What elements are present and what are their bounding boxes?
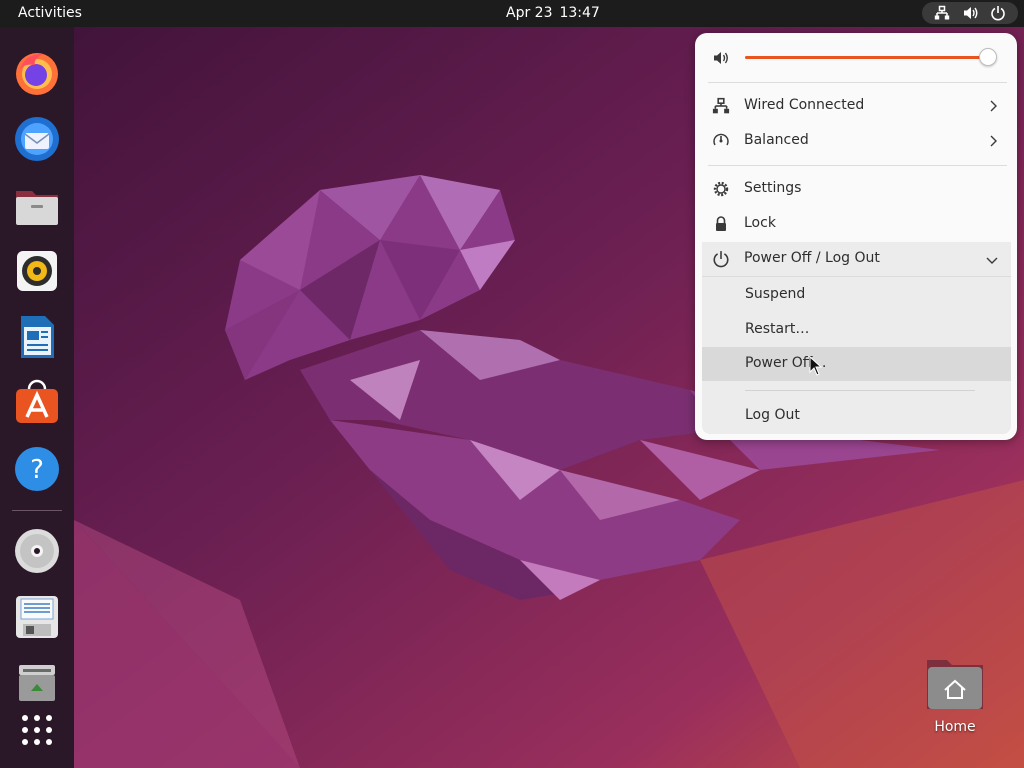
lock-label: Lock	[744, 215, 776, 231]
trash-icon[interactable]	[13, 659, 61, 707]
home-folder-icon[interactable]	[925, 658, 985, 712]
dock-separator	[12, 510, 62, 511]
top-bar: Activities Apr 23 13:47	[0, 0, 1024, 27]
restart-label: Restart…	[745, 321, 810, 337]
menu-separator	[708, 82, 1007, 83]
power-off-logout-item[interactable]: Power Off / Log Out	[702, 242, 1011, 277]
restart-item[interactable]: Restart…	[702, 313, 1011, 347]
dock: ?	[0, 27, 74, 768]
rhythmbox-icon[interactable]	[13, 247, 61, 295]
suspend-label: Suspend	[745, 286, 806, 302]
power-mode-item[interactable]: Balanced	[702, 124, 1011, 158]
log-out-label: Log Out	[745, 407, 800, 423]
mouse-cursor	[809, 356, 823, 376]
disc-icon[interactable]	[13, 527, 61, 575]
speaker-icon	[714, 52, 728, 64]
system-tray[interactable]	[922, 2, 1018, 24]
power-icon	[991, 6, 1005, 21]
drive-icon[interactable]	[13, 593, 61, 641]
power-mode-label: Balanced	[744, 132, 809, 148]
firefox-icon[interactable]	[13, 49, 61, 97]
chevron-right-icon	[990, 100, 997, 112]
thunderbird-icon[interactable]	[13, 115, 61, 163]
submenu-separator	[745, 390, 975, 391]
volume-slider-fill	[745, 56, 987, 59]
wired-connection-item[interactable]: Wired Connected	[702, 89, 1011, 123]
lock-item[interactable]: Lock	[702, 207, 1011, 241]
lock-icon	[716, 216, 726, 231]
gear-icon	[713, 181, 729, 197]
clock-time: 13:47	[559, 5, 600, 21]
power-off-logout-label: Power Off / Log Out	[744, 250, 880, 266]
power-off-item[interactable]: Power Off…	[702, 347, 1011, 381]
menu-separator	[708, 165, 1007, 166]
network-wired-icon	[934, 5, 950, 20]
quick-settings-menu: Wired Connected Balanced Settings Lock S…	[695, 33, 1017, 440]
volume-slider[interactable]	[745, 48, 997, 66]
clock-date: Apr 23	[506, 5, 553, 21]
chevron-down-icon	[986, 257, 998, 264]
files-icon[interactable]	[13, 181, 61, 229]
clock[interactable]: Apr 23 13:47	[506, 5, 600, 21]
suspend-item[interactable]: Suspend	[702, 278, 1011, 312]
activities-button[interactable]: Activities	[18, 5, 82, 21]
submenu-header-separator	[702, 276, 1011, 277]
power-icon	[713, 251, 729, 268]
power-mode-gauge-icon	[713, 133, 729, 146]
volume-icon	[964, 7, 978, 19]
svg-text:?: ?	[30, 455, 44, 485]
log-out-item[interactable]: Log Out	[702, 399, 1011, 433]
settings-label: Settings	[744, 180, 802, 196]
settings-item[interactable]: Settings	[702, 172, 1011, 206]
wired-connection-label: Wired Connected	[744, 97, 865, 113]
app-grid-icon[interactable]	[13, 706, 61, 754]
ubuntu-software-icon[interactable]	[13, 379, 61, 427]
network-wired-icon	[712, 97, 730, 114]
help-icon[interactable]: ?	[13, 445, 61, 493]
chevron-right-icon	[990, 135, 997, 147]
libreoffice-writer-icon[interactable]	[13, 313, 61, 361]
home-folder-label: Home	[934, 719, 976, 735]
volume-slider-knob[interactable]	[978, 48, 997, 66]
